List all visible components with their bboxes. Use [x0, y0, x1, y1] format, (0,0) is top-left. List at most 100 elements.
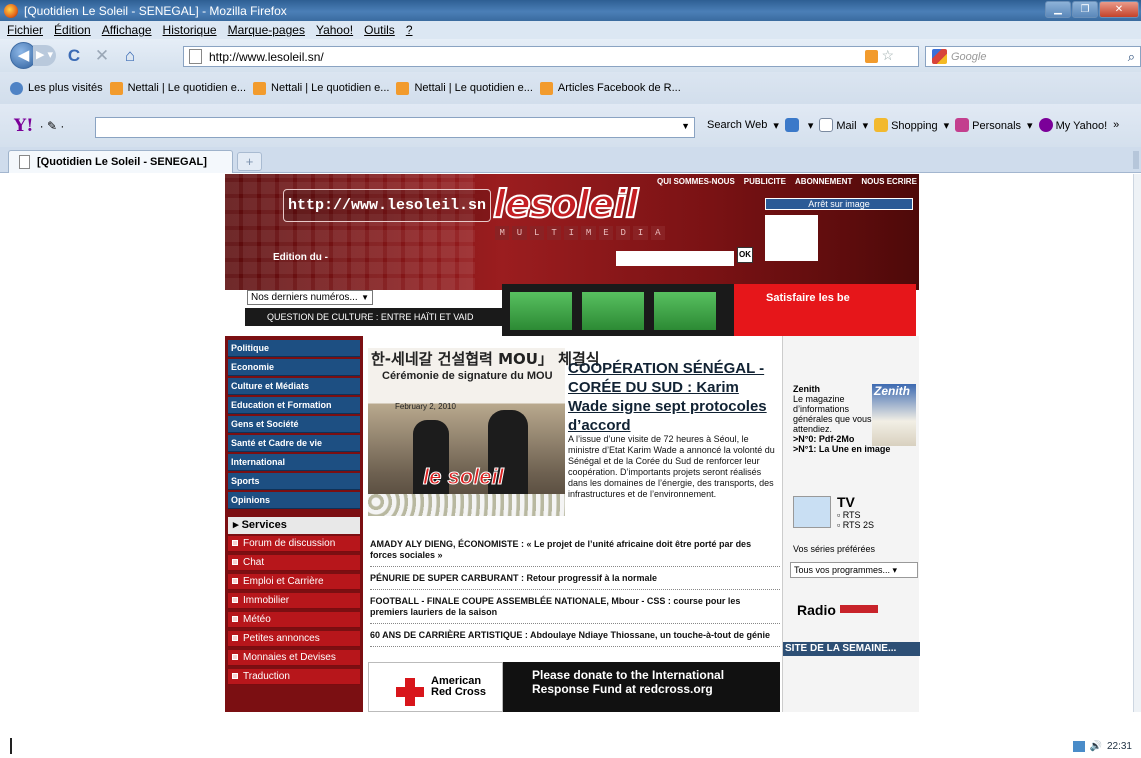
lead-photo[interactable]: 한-세네갈 건설협력 MOU」 체결식 Cérémonie de signatu…	[368, 348, 600, 516]
nav-politique[interactable]: Politique	[228, 340, 360, 357]
menu-edition[interactable]: Édition	[54, 23, 91, 37]
clock[interactable]: 22:31	[1107, 741, 1132, 752]
numbers-select[interactable]: Nos derniers numéros... ▼	[247, 290, 373, 305]
personals-button[interactable]: Personals	[955, 118, 1021, 132]
stop-icon[interactable]: ✕	[92, 46, 112, 66]
left-navigation: Politique Economie Culture et Médiats Ed…	[225, 336, 363, 712]
bookmark-facebook[interactable]: Articles Facebook de R...	[539, 81, 681, 95]
link-publicite[interactable]: PUBLICITE	[744, 177, 786, 186]
svc-emploi[interactable]: Emploi et Carrière	[228, 574, 360, 590]
bookmark-most-visited[interactable]: Les plus visités	[10, 81, 103, 95]
site-logo[interactable]: lesoleil	[492, 181, 639, 227]
story-link[interactable]: AMADY ALY DIENG, ÉCONOMISTE : « Le proje…	[370, 539, 780, 567]
nav-international[interactable]: International	[228, 454, 360, 471]
rss-icon[interactable]	[865, 50, 878, 63]
svc-immobilier[interactable]: Immobilier	[228, 593, 360, 609]
nav-culture-medias[interactable]: Culture et Médiats	[228, 378, 360, 395]
redcross-ad[interactable]: American Red Cross Please donate to the …	[368, 662, 780, 712]
nav-gens-societe[interactable]: Gens et Société	[228, 416, 360, 433]
site-search-input[interactable]	[616, 251, 734, 266]
mail-button[interactable]: Mail	[819, 118, 857, 132]
svc-traduction[interactable]: Traduction	[228, 669, 360, 685]
culture-ticker[interactable]: QUESTION DE CULTURE : ENTRE HAÏTI ET VAI…	[245, 308, 502, 326]
bookmark-nettali-2[interactable]: Nettali | Le quotidien e...	[253, 81, 389, 95]
rss-icon	[253, 81, 267, 95]
tv-rts-link[interactable]: ▫ RTS	[837, 510, 861, 520]
network-icon[interactable]	[1072, 741, 1085, 752]
tv-icon[interactable]	[793, 496, 831, 528]
tv-series-link[interactable]: Vos séries préférées	[793, 544, 875, 554]
arret-image-slot[interactable]	[765, 215, 818, 261]
new-tab-button[interactable]: +	[237, 152, 262, 171]
arret-sur-image-link[interactable]: Arrêt sur image	[765, 198, 913, 210]
most-visited-icon	[10, 81, 23, 95]
window-titlebar: [Quotidien Le Soleil - SENEGAL] - Mozill…	[0, 0, 1141, 21]
svc-monnaies[interactable]: Monnaies et Devises	[228, 650, 360, 666]
navigation-toolbar: ◀ ▶ ▾ C ✕ ⌂ http://www.lesoleil.sn/ ☆ Go…	[0, 39, 1141, 72]
volume-icon[interactable]: 🔊	[1090, 741, 1102, 752]
bookmark-nettali-3[interactable]: Nettali | Le quotidien e...	[396, 81, 533, 95]
close-button[interactable]: ✕	[1099, 1, 1139, 18]
chevron-down-icon[interactable]: ▼	[681, 121, 690, 131]
bookmark-label: Articles Facebook de R...	[557, 82, 681, 94]
site-de-la-semaine[interactable]: SITE DE LA SEMAINE...	[783, 642, 920, 656]
nav-sports[interactable]: Sports	[228, 473, 360, 490]
home-icon[interactable]: ⌂	[120, 46, 140, 66]
menu-historique[interactable]: Historique	[163, 23, 217, 37]
yahoo-logo-icon[interactable]: Y!	[14, 116, 34, 136]
search-icon[interactable]: ⌕	[1128, 49, 1135, 65]
site-search-ok-button[interactable]: OK	[737, 247, 753, 263]
vertical-scrollbar[interactable]	[1133, 174, 1141, 712]
svc-petites-annonces[interactable]: Petites annonces	[228, 631, 360, 647]
bookmark-star-icon[interactable]: ☆	[881, 47, 894, 64]
tab-scroll-handle[interactable]	[1133, 151, 1139, 169]
menu-yahoo[interactable]: Yahoo!	[316, 23, 353, 37]
url-bar[interactable]: http://www.lesoleil.sn/ ☆	[183, 46, 919, 67]
menu-help[interactable]: ?	[406, 23, 413, 37]
link-nous-ecrire[interactable]: NOUS ECRIRE	[861, 177, 917, 186]
lead-headline[interactable]: COOPÉRATION SÉNÉGAL - CORÉE DU SUD : Kar…	[568, 359, 780, 435]
tv-programs-select[interactable]: Tous vos programmes... ▾	[790, 562, 918, 578]
minimize-button[interactable]: ▁	[1045, 1, 1071, 18]
svc-meteo[interactable]: Météo	[228, 612, 360, 628]
story-link[interactable]: PÉNURIE DE SUPER CARBURANT : Retour prog…	[370, 573, 780, 590]
status-bar	[0, 712, 1141, 730]
my-yahoo-label: My Yahoo!	[1055, 120, 1108, 132]
story-link[interactable]: 60 ANS DE CARRIÈRE ARTISTIQUE : Abdoulay…	[370, 630, 780, 647]
nav-opinions[interactable]: Opinions	[228, 492, 360, 509]
svc-forum[interactable]: Forum de discussion	[228, 536, 360, 552]
radio-link[interactable]: Radio	[797, 602, 878, 618]
zenith-cover-image[interactable]: Zenith	[872, 384, 916, 446]
menu-outils[interactable]: Outils	[364, 23, 395, 37]
forward-button[interactable]: ▶ ▾	[33, 45, 56, 66]
story-link[interactable]: FOOTBALL - FINALE COUPE ASSEMBLÉE NATION…	[370, 596, 780, 624]
search-web-button[interactable]: Search Web	[707, 119, 767, 131]
maximize-button[interactable]: ❐	[1072, 1, 1098, 18]
link-abonnement[interactable]: ABONNEMENT	[795, 177, 852, 186]
shopping-button[interactable]: Shopping	[874, 118, 938, 132]
yahoo-search-input[interactable]: ▼	[95, 117, 695, 138]
link-qui-sommes-nous[interactable]: QUI SOMMES-NOUS	[657, 177, 735, 186]
url-text: http://www.lesoleil.sn/	[209, 49, 324, 64]
generator-image	[654, 292, 716, 330]
svc-chat[interactable]: Chat	[228, 555, 360, 571]
nav-education[interactable]: Education et Formation	[228, 397, 360, 414]
tv-rts2s-link[interactable]: ▫ RTS 2S	[837, 520, 874, 530]
tab-lesoleil[interactable]: [Quotidien Le Soleil - SENEGAL]	[8, 150, 233, 173]
reload-icon[interactable]: C	[64, 46, 84, 66]
generator-ad-banner[interactable]: Satisfaire les be	[502, 284, 916, 336]
menu-fichier[interactable]: Fichier	[7, 23, 43, 37]
search-input[interactable]: Google ⌕	[925, 46, 1141, 67]
bookmark-nettali-1[interactable]: Nettali | Le quotidien e...	[109, 81, 246, 95]
generator-image	[510, 292, 572, 330]
page-viewport: http://www.lesoleil.sn lesoleil MULTIMED…	[0, 174, 1141, 712]
menu-marque-pages[interactable]: Marque-pages	[228, 23, 305, 37]
menu-affichage[interactable]: Affichage	[102, 23, 152, 37]
nav-economie[interactable]: Economie	[228, 359, 360, 376]
my-yahoo-button[interactable]: My Yahoo!	[1038, 118, 1108, 132]
antispy-icon[interactable]	[784, 118, 799, 132]
pencil-icon[interactable]: · ✎ ·	[40, 119, 65, 133]
google-icon[interactable]	[932, 49, 947, 64]
shopping-label: Shopping	[891, 120, 938, 132]
nav-sante[interactable]: Santé et Cadre de vie	[228, 435, 360, 452]
